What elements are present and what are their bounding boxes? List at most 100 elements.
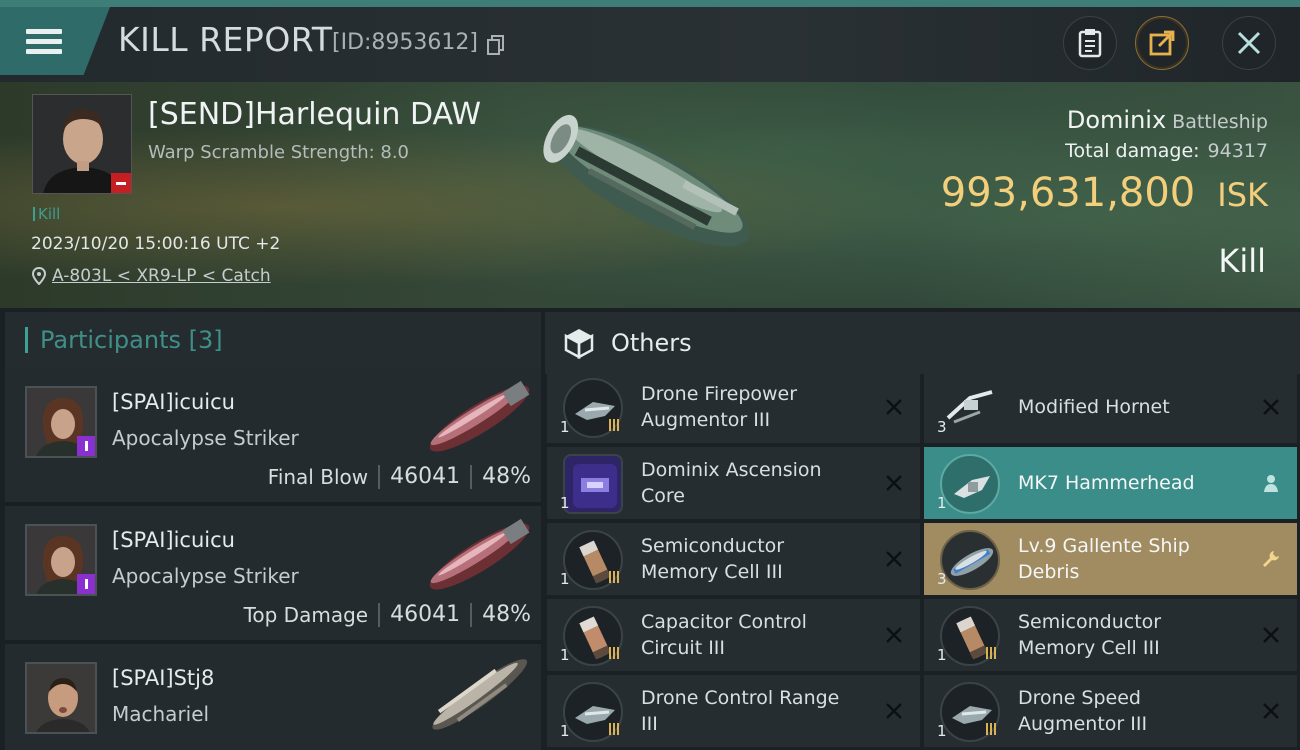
stat-divider — [378, 464, 381, 489]
item-slot[interactable]: 1 Capacitor Control Circuit III — [547, 599, 920, 671]
item-slot[interactable]: 1 Semiconductor Memory Cell III — [924, 599, 1297, 671]
tech-level-icon — [986, 723, 996, 735]
destroyed-x-icon — [886, 703, 902, 719]
tech-level-icon — [609, 419, 619, 431]
item-slot-dropped[interactable]: 1 MK7 Hammerhead — [924, 447, 1297, 519]
hamburger-icon — [26, 24, 62, 59]
total-damage: Total damage: 94317 — [1065, 140, 1268, 162]
victim-ship: Dominix Battleship — [1067, 106, 1268, 134]
stat-divider — [378, 602, 381, 627]
item-name: Modified Hornet — [1018, 396, 1170, 418]
participants-panel: Participants [3] [SPAI]icuicu Apocalypse… — [5, 312, 541, 750]
share-icon — [1149, 30, 1175, 56]
isk-unit: ISK — [1217, 176, 1268, 214]
item-quantity: 1 — [937, 646, 947, 664]
stat-divider — [470, 464, 473, 489]
ship-debris-icon — [940, 530, 1000, 590]
cube-icon — [564, 329, 594, 359]
warp-scramble-strength: Warp Scramble Strength: 8.0 — [148, 142, 410, 163]
share-button[interactable] — [1135, 16, 1189, 70]
participant-ship: Machariel — [112, 702, 210, 726]
copy-icon[interactable] — [487, 35, 505, 55]
page-title: KILL REPORT — [118, 20, 333, 59]
participant-ship: Apocalypse Striker — [112, 426, 299, 450]
participant-avatar — [25, 524, 97, 596]
tech-level-icon — [986, 647, 996, 659]
kill-datetime: 2023/10/20 15:00:16 UTC +2 — [31, 234, 281, 254]
item-quantity: 1 — [560, 646, 570, 664]
item-name: MK7 Hammerhead — [1018, 472, 1195, 494]
participant-avatar — [25, 662, 97, 734]
item-name: Drone Firepower Augmentor III — [641, 383, 798, 431]
item-name: Capacitor Control Circuit III — [641, 611, 807, 659]
item-quantity: 3 — [937, 570, 947, 588]
stat-divider — [470, 602, 473, 627]
participants-label: Participants [3] — [40, 326, 223, 354]
victim-name[interactable]: [SEND]Harlequin DAW — [148, 97, 481, 132]
participant-ship-image — [432, 659, 528, 730]
victim-panel: [SEND]Harlequin DAW Warp Scramble Streng… — [0, 82, 1300, 308]
item-slot[interactable]: 1 Dominix Ascension Core — [547, 447, 920, 519]
victim-ship-class: Battleship — [1172, 111, 1268, 133]
ascension-core-icon — [563, 454, 623, 514]
participant-role: Top Damage — [243, 602, 369, 627]
item-slot[interactable]: 1 Drone Speed Augmentor III — [924, 675, 1297, 747]
participant-ship-image — [429, 380, 530, 452]
participant-row[interactable]: [SPAI]icuicu Apocalypse Striker Top Dama… — [5, 506, 541, 640]
item-name: Semiconductor Memory Cell III — [1018, 611, 1162, 659]
victim-ship-image — [543, 114, 750, 247]
person-icon — [1264, 475, 1278, 492]
report-id: [ID:8953612] — [332, 30, 478, 55]
total-damage-label: Total damage: — [1065, 140, 1200, 162]
others-label: Others — [611, 329, 692, 357]
tech-level-icon — [609, 571, 619, 583]
item-name: Drone Control Range III — [641, 687, 840, 735]
others-header: Others — [545, 312, 1300, 374]
drone-icon — [940, 378, 1000, 438]
participant-name[interactable]: [SPAI]icuicu — [112, 528, 235, 552]
item-name: Drone Speed Augmentor III — [1018, 687, 1148, 735]
item-quantity: 3 — [937, 418, 947, 436]
item-quantity: 1 — [560, 722, 570, 740]
participant-damage: 46041 — [390, 602, 461, 627]
destroyed-x-icon — [1263, 627, 1279, 643]
item-name: Lv.9 Gallente Ship Debris — [1018, 535, 1190, 583]
close-button[interactable] — [1222, 16, 1276, 70]
participant-percent: 48% — [482, 602, 531, 627]
participant-name[interactable]: [SPAI]icuicu — [112, 390, 235, 414]
item-slot[interactable]: 1 Drone Control Range III — [547, 675, 920, 747]
participant-damage: 46041 — [390, 464, 461, 489]
tech-level-icon — [609, 647, 619, 659]
location-pin-icon — [32, 267, 46, 285]
participant-stats: Final Blow 46041 48% — [268, 464, 531, 489]
participant-name[interactable]: [SPAI]Stj8 — [112, 666, 214, 690]
destroyed-x-icon — [886, 627, 902, 643]
clipboard-button[interactable] — [1063, 16, 1117, 70]
menu-button[interactable] — [0, 7, 110, 75]
participant-row[interactable]: [SPAI]Stj8 Machariel — [5, 644, 541, 750]
item-slot-salvage[interactable]: 3 Lv.9 Gallente Ship Debris — [924, 523, 1297, 595]
participant-percent: 48% — [482, 464, 531, 489]
outcome-label: Kill — [1218, 242, 1266, 280]
item-quantity: 1 — [560, 494, 570, 512]
item-quantity: 1 — [937, 494, 947, 512]
participant-row[interactable]: [SPAI]icuicu Apocalypse Striker Final Bl… — [5, 368, 541, 502]
location-link[interactable]: A-803L < XR9-LP < Catch — [52, 266, 271, 286]
kill-location[interactable]: A-803L < XR9-LP < Catch — [32, 266, 271, 286]
item-slot[interactable]: 3 Modified Hornet — [924, 371, 1297, 443]
item-quantity: 1 — [560, 570, 570, 588]
title-bar: KILL REPORT [ID:8953612] — [0, 0, 1300, 82]
corp-role-badge-icon — [77, 436, 95, 456]
participant-stats: Top Damage 46041 48% — [244, 602, 531, 627]
victim-ship-name: Dominix — [1066, 106, 1167, 134]
participant-ship-image — [429, 518, 530, 590]
item-quantity: 1 — [937, 722, 947, 740]
item-slot[interactable]: 1 Semiconductor Memory Cell III — [547, 523, 920, 595]
participants-header: Participants [3] — [5, 312, 541, 368]
title-bar-accent-line — [0, 0, 1300, 7]
participants-count: [3] — [188, 326, 223, 354]
item-slot[interactable]: 1 Drone Firepower Augmentor III — [547, 371, 920, 443]
result-tag: Kill — [33, 205, 60, 223]
item-name: Semiconductor Memory Cell III — [641, 535, 785, 583]
victim-portrait[interactable] — [32, 94, 132, 194]
